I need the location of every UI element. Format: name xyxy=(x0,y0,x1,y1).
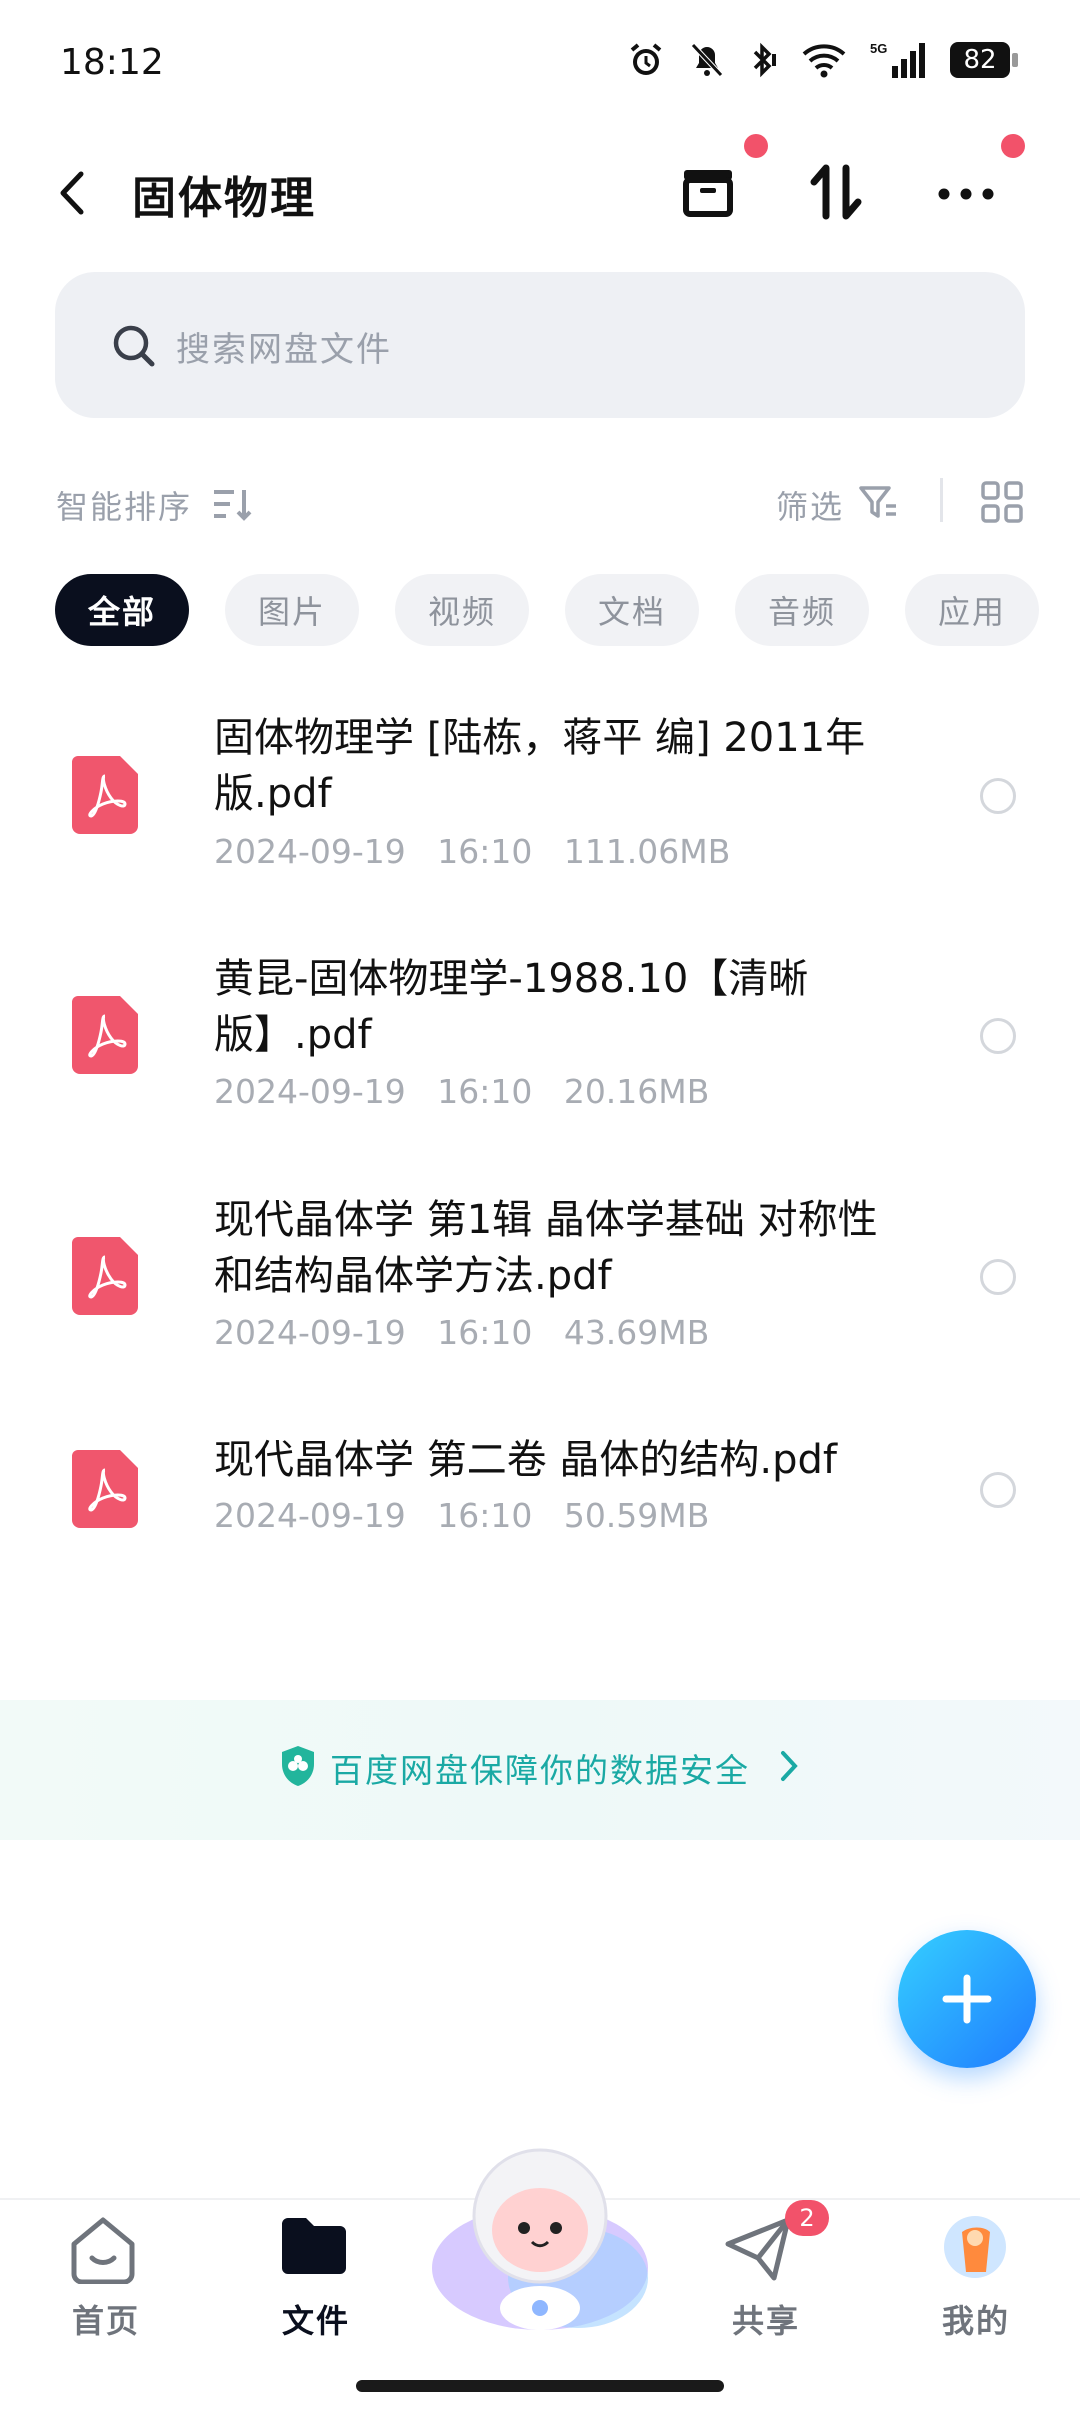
tab-apps[interactable]: 应用 xyxy=(905,574,1039,646)
select-radio[interactable] xyxy=(980,778,1016,814)
file-row[interactable]: 现代晶体学 第二卷 晶体的结构.pdf 2024-09-19 16:10 50.… xyxy=(0,1420,1080,1580)
tab-all[interactable]: 全部 xyxy=(55,574,189,646)
chevron-right-icon[interactable] xyxy=(778,1748,800,1784)
file-name: 现代晶体学 第二卷 晶体的结构.pdf xyxy=(214,1437,838,1483)
shield-icon xyxy=(282,1746,314,1786)
more-options-icon[interactable] xyxy=(934,160,998,224)
file-name: 固体物理学 [陆栋，蒋平 编] 2011年版.pdf xyxy=(214,715,866,817)
smart-sort-button[interactable]: 智能排序 xyxy=(56,482,192,528)
archive-notification-dot xyxy=(744,134,768,158)
tab-images[interactable]: 图片 xyxy=(225,574,359,646)
file-name: 黄昆-固体物理学-1988.10【清晰版】.pdf xyxy=(214,956,809,1058)
svg-text:5G: 5G xyxy=(870,41,887,56)
status-time: 18:12 xyxy=(60,42,164,83)
tab-videos[interactable]: 视频 xyxy=(395,574,529,646)
battery-indicator: 82 xyxy=(950,42,1018,78)
nav-share-label[interactable]: 共享 xyxy=(732,2296,800,2342)
alarm-icon xyxy=(630,43,662,75)
gesture-home-bar[interactable] xyxy=(356,2380,724,2392)
tab-documents[interactable]: 文档 xyxy=(565,574,699,646)
file-row[interactable]: 固体物理学 [陆栋，蒋平 编] 2011年版.pdf 2024-09-19 16… xyxy=(0,700,1080,920)
search-icon xyxy=(113,325,155,367)
filter-button[interactable]: 筛选 xyxy=(776,482,844,528)
file-row[interactable]: 现代晶体学 第1辑 晶体学基础 对称性和结构晶体学方法.pdf 2024-09-… xyxy=(0,1180,1080,1400)
profile-avatar-icon[interactable] xyxy=(942,2214,1008,2280)
select-radio[interactable] xyxy=(980,1018,1016,1054)
status-icons: 5G 82 xyxy=(626,40,1018,80)
back-arrow-icon[interactable] xyxy=(55,168,91,218)
pdf-file-icon xyxy=(72,1450,138,1528)
signal-5g-icon: 5G xyxy=(870,41,925,78)
pdf-file-icon xyxy=(72,1237,138,1315)
folder-icon[interactable] xyxy=(278,2214,350,2278)
bluetooth-icon xyxy=(753,42,776,78)
nav-files-label[interactable]: 文件 xyxy=(282,2296,350,2342)
nav-home-label[interactable]: 首页 xyxy=(72,2296,140,2342)
more-notification-dot xyxy=(1001,134,1025,158)
file-row[interactable]: 黄昆-固体物理学-1988.10【清晰版】.pdf 2024-09-19 16:… xyxy=(0,940,1080,1160)
select-radio[interactable] xyxy=(980,1259,1016,1295)
sort-arrows-icon[interactable] xyxy=(804,160,868,224)
grid-view-icon[interactable] xyxy=(980,480,1024,524)
sort-lines-icon[interactable] xyxy=(212,486,252,522)
file-meta: 2024-09-19 16:10 111.06MB xyxy=(214,832,731,871)
pdf-file-icon xyxy=(72,996,138,1074)
category-tabs: 全部 图片 视频 文档 音频 应用 xyxy=(55,574,1039,646)
mascot-avatar-icon[interactable] xyxy=(428,2138,652,2338)
file-meta: 2024-09-19 16:10 43.69MB xyxy=(214,1313,710,1352)
file-meta: 2024-09-19 16:10 50.59MB xyxy=(214,1496,710,1535)
search-placeholder[interactable]: 搜索网盘文件 xyxy=(176,322,392,371)
home-icon[interactable] xyxy=(66,2214,140,2284)
filter-funnel-icon[interactable] xyxy=(858,482,900,522)
select-radio[interactable] xyxy=(980,1472,1016,1508)
share-badge: 2 xyxy=(785,2200,829,2236)
tab-audio[interactable]: 音频 xyxy=(735,574,869,646)
nav-mine-label[interactable]: 我的 xyxy=(942,2296,1010,2342)
pdf-file-icon xyxy=(72,756,138,834)
file-name: 现代晶体学 第1辑 晶体学基础 对称性和结构晶体学方法.pdf xyxy=(214,1197,878,1299)
archive-icon[interactable] xyxy=(676,160,740,224)
toolbar-divider xyxy=(940,478,943,522)
wifi-icon xyxy=(802,44,846,78)
file-meta: 2024-09-19 16:10 20.16MB xyxy=(214,1072,710,1111)
mute-bell-icon xyxy=(691,43,723,77)
security-banner-text[interactable]: 百度网盘保障你的数据安全 xyxy=(330,1744,750,1792)
page-title: 固体物理 xyxy=(132,173,316,224)
plus-icon[interactable] xyxy=(940,1972,994,2026)
